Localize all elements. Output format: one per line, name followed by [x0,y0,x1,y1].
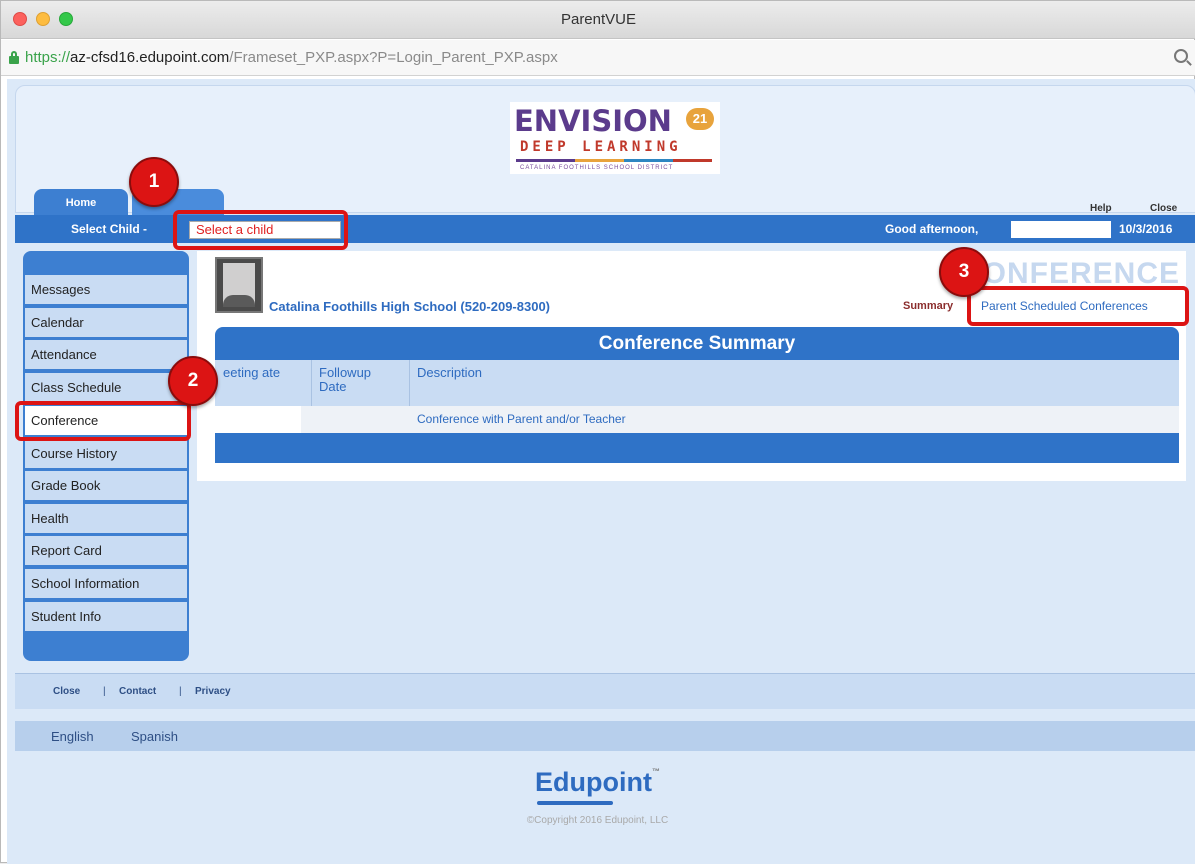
sidebar-item-student-info[interactable]: Student Info [25,602,187,633]
summary-label[interactable]: Summary [903,300,953,312]
sidebar-nav: Messages Calendar Attendance Class Sched… [23,251,189,661]
url-scheme: https:// [25,49,71,66]
sidebar-header [23,251,189,275]
table-row[interactable]: Conference with Parent and/or Teacher [215,406,1179,433]
footer-separator: | [103,686,106,697]
user-name-redacted [1011,221,1111,238]
help-link[interactable]: Help [1090,203,1112,214]
edupoint-logo: Edupoint™ [535,767,660,798]
district-logo: ENVISION 21 DEEP LEARNING CATALINA FOOTH… [510,102,720,174]
edupoint-logo-text: Edupoint [535,767,652,797]
url-text[interactable]: https://az-cfsd16.edupoint.com/Frameset_… [25,49,558,66]
table-title: Conference Summary [215,327,1179,360]
highlight-parent-conferences [967,286,1189,326]
sidebar-item-course-history[interactable]: Course History [25,439,187,470]
sidebar-item-messages[interactable]: Messages [25,275,187,306]
footer-links: Close | Contact | Privacy [15,673,1195,709]
logo-badge: 21 [686,108,714,130]
student-photo [215,257,263,313]
edupoint-swoosh [537,801,613,805]
column-followup-date[interactable]: Followup Date [319,366,399,394]
sidebar-item-school-information[interactable]: School Information [25,569,187,600]
sidebar-item-report-card[interactable]: Report Card [25,536,187,567]
language-bar: English Spanish [15,721,1195,751]
highlight-select-child [173,210,348,250]
table-footer [215,433,1179,463]
current-date: 10/3/2016 [1119,222,1173,236]
url-path: /Frameset_PXP.aspx?P=Login_Parent_PXP.as… [229,49,558,66]
description-cell[interactable]: Conference with Parent and/or Teacher [417,412,626,426]
window-title: ParentVUE [560,11,637,28]
highlight-conference [15,401,191,441]
footer-contact-link[interactable]: Contact [119,686,156,697]
sidebar-item-calendar[interactable]: Calendar [25,308,187,339]
callout-2: 2 [168,356,218,406]
language-english-link[interactable]: English [51,729,94,744]
logo-stripe [516,159,712,162]
sidebar-item-class-schedule[interactable]: Class Schedule [25,373,187,404]
logo-title: ENVISION [514,104,672,138]
callout-1: 1 [129,157,179,207]
footer-privacy-link[interactable]: Privacy [195,686,231,697]
conference-summary-table: Conference Summary eeting ate Followup D… [215,327,1179,467]
footer-close-link[interactable]: Close [53,686,80,697]
close-link[interactable]: Close [1150,203,1177,214]
logo-district: CATALINA FOOTHILLS SCHOOL DISTRICT [520,165,674,171]
sidebar-item-grade-book[interactable]: Grade Book [25,471,187,502]
language-spanish-link[interactable]: Spanish [131,729,178,744]
meeting-date-cell [215,406,301,433]
greeting-text: Good afternoon, [885,222,979,236]
zoom-icon[interactable] [1174,49,1188,63]
footer-separator: | [179,686,182,697]
select-child-label: Select Child - [71,222,148,236]
page: ENVISION 21 DEEP LEARNING CATALINA FOOTH… [7,79,1195,864]
address-bar[interactable]: https://az-cfsd16.edupoint.com/Frameset_… [1,40,1195,76]
column-meeting-date[interactable]: eeting ate [223,366,293,380]
page-header: ENVISION 21 DEEP LEARNING CATALINA FOOTH… [15,85,1195,222]
sidebar-item-attendance[interactable]: Attendance [25,340,187,371]
title-bar: ParentVUE [1,1,1195,39]
callout-3: 3 [939,247,989,297]
column-description[interactable]: Description [417,366,482,380]
table-header-row: eeting ate Followup Date Description [215,360,1179,406]
url-host: az-cfsd16.edupoint.com [70,49,230,66]
logo-subtitle: DEEP LEARNING [520,139,682,155]
sidebar-item-health[interactable]: Health [25,504,187,535]
lock-icon [9,51,19,64]
copyright-text: ©Copyright 2016 Edupoint, LLC [526,815,669,826]
edupoint-trademark: ™ [651,767,660,776]
school-link[interactable]: Catalina Foothills High School (520-209-… [269,299,550,314]
browser-window: ParentVUE https://az-cfsd16.edupoint.com… [0,0,1195,864]
